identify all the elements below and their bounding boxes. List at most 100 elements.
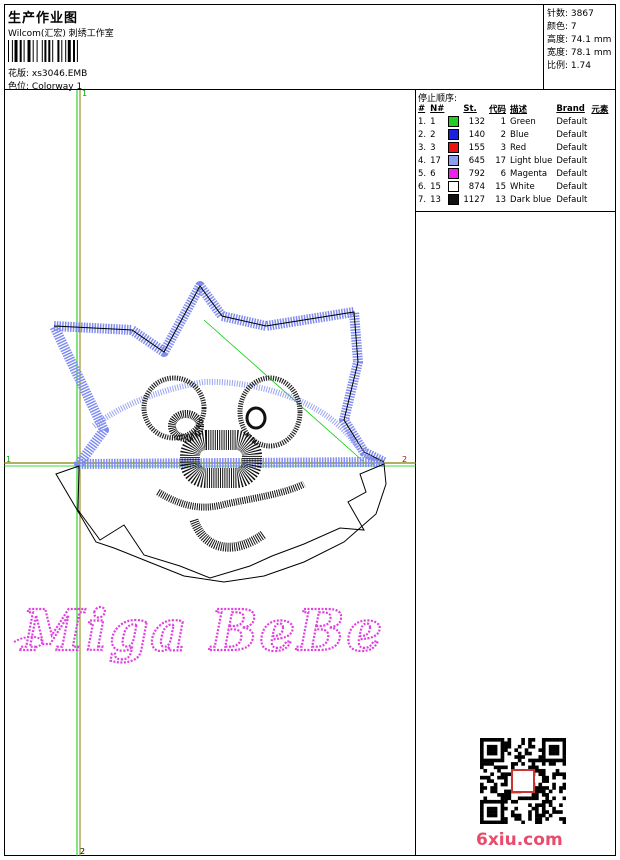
color-sequence-table: # N# St. 代码 描述 Brand 元素 1. 1 132 1 Green Defa… (416, 102, 610, 206)
qr-module (504, 748, 508, 752)
qr-module (507, 793, 512, 797)
qr-module (524, 796, 529, 801)
barcode-bar (44, 40, 47, 62)
qr-module (510, 810, 515, 814)
qr-module (504, 789, 508, 794)
qr-module (535, 789, 539, 794)
qr-module (538, 782, 543, 787)
qr-module (548, 803, 553, 807)
row-swatch (446, 128, 461, 141)
row-element (589, 180, 610, 193)
col-code: 代码 (489, 104, 507, 115)
qr-module (500, 796, 505, 801)
qr-module (510, 765, 515, 770)
qr-module (497, 820, 501, 824)
qr-module (480, 806, 484, 811)
qr-module (541, 768, 546, 773)
qr-module (535, 820, 539, 824)
qr-module (480, 758, 484, 763)
row-stitches: 155 (468, 142, 486, 153)
qr-module (541, 738, 546, 742)
qr-module (510, 813, 515, 818)
qr-module (486, 744, 491, 749)
qr-module (517, 813, 522, 818)
qr-module (486, 751, 491, 756)
color-rows: 1. 1 132 1 Green Default 2. 2 140 2 Blue Default 3. 3… (416, 115, 610, 206)
qr-module (493, 751, 498, 756)
qr-module (528, 738, 532, 742)
table-row: 4. 17 645 17 Light blue Default (416, 154, 610, 167)
qr-module (528, 751, 532, 756)
qr-module (548, 751, 553, 756)
qr-module (562, 820, 566, 824)
qr-module (514, 799, 519, 804)
qr-module (500, 793, 505, 797)
row-code: 15 (495, 181, 507, 192)
qr-module (555, 772, 560, 777)
stat-colors: 颜色: 7 (547, 19, 577, 32)
row-brand: Default (556, 168, 588, 179)
qr-module (500, 810, 505, 814)
row-description: Red (510, 142, 527, 153)
qr-module (555, 751, 560, 756)
qr-module (497, 768, 501, 773)
row-element (589, 193, 610, 206)
qr-module (480, 810, 484, 814)
qr-module (514, 806, 519, 811)
qr-module (500, 817, 505, 821)
qr-module (528, 817, 532, 821)
left-pupil (168, 410, 204, 442)
qr-module (480, 817, 484, 821)
col-stitches: St. (463, 103, 477, 114)
qr-module (507, 744, 512, 749)
stats-panel: 针数: 3867 颜色: 7 高度: 74.1 mm 宽度: 78.1 mm 比… (544, 4, 616, 90)
qr-module (493, 806, 498, 811)
qr-module (521, 820, 525, 824)
row-needle: 15 (430, 181, 441, 192)
qr-module (500, 813, 505, 818)
qr-module (528, 744, 532, 749)
qr-module (535, 806, 539, 811)
qr-module (480, 786, 484, 790)
qr-module (548, 789, 553, 794)
qr-module (555, 748, 560, 752)
row-swatch (446, 180, 461, 193)
qr-module (562, 772, 566, 777)
qr-module (555, 768, 560, 773)
qr-module (514, 748, 519, 752)
qr-code (480, 738, 566, 824)
qr-module (555, 758, 560, 763)
qr-module (507, 772, 512, 777)
row-swatch (446, 154, 461, 167)
qr-module (559, 738, 563, 742)
page-title: 生产作业图 (8, 11, 79, 26)
row-swatch (446, 193, 461, 206)
qr-module (521, 755, 525, 759)
barcode-bar (23, 40, 25, 62)
qr-module (493, 765, 498, 770)
qr-module (541, 772, 546, 777)
qr-module (480, 744, 484, 749)
qr-module (521, 738, 525, 742)
qr-module (517, 755, 522, 759)
qr-module (504, 820, 508, 824)
col-needle: N# (430, 103, 445, 114)
barcode-bar (41, 40, 43, 62)
color-swatch (448, 168, 460, 179)
barcode-bar (32, 40, 34, 62)
qr-module (538, 803, 543, 807)
row-needle: 17 (430, 155, 441, 166)
design-canvas[interactable]: 1 2 1 2 Miga BeBe (4, 89, 416, 856)
qr-module (562, 782, 566, 787)
table-row: 7. 13 1127 13 Dark blue Default (416, 193, 610, 206)
stat-height: 高度: 74.1 mm (547, 32, 611, 45)
qr-module (541, 748, 546, 752)
qr-module (562, 755, 566, 759)
col-description: 描述 (510, 104, 528, 115)
qr-module (504, 765, 508, 770)
qr-module (490, 748, 494, 752)
qr-module (483, 768, 488, 773)
qr-module (500, 765, 505, 770)
qr-module (545, 758, 549, 763)
barcode-bar (57, 40, 60, 62)
